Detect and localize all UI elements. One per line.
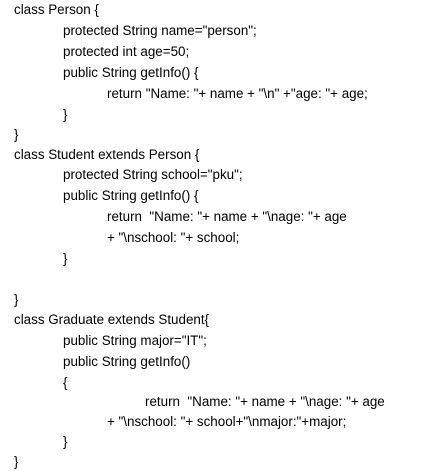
code-line: public String major="IT";	[63, 333, 207, 348]
code-line: }	[63, 251, 68, 266]
code-line: return "Name: "+ name + "\nage: "+ age	[145, 394, 385, 409]
code-line: }	[63, 107, 68, 122]
code-line: }	[14, 292, 19, 307]
code-line: protected int age=50;	[63, 44, 190, 59]
code-document: class Person { protected String name="pe…	[0, 0, 425, 471]
code-line: + "\nschool: "+ school+"\nmajor:"+major;	[107, 414, 347, 429]
code-line: + "\nschool: "+ school;	[107, 230, 240, 245]
code-line: protected String name="person";	[63, 23, 257, 38]
code-line: class Graduate extends Student{	[14, 312, 210, 327]
code-line: class Person {	[14, 2, 99, 17]
code-line: protected String school="pku";	[63, 167, 243, 182]
code-line: }	[14, 454, 19, 469]
code-line: public String getInfo() {	[63, 188, 199, 203]
code-line: return "Name: "+ name + "\nage: "+ age	[107, 209, 347, 224]
code-line: public String getInfo() {	[63, 65, 199, 80]
code-line: class Student extends Person {	[14, 147, 200, 162]
code-line: }	[63, 434, 68, 449]
code-line: }	[14, 127, 19, 142]
code-line: {	[63, 375, 68, 390]
code-line: return "Name: "+ name + "\n" +"age: "+ a…	[107, 86, 368, 101]
code-line: public String getInfo()	[63, 354, 191, 369]
